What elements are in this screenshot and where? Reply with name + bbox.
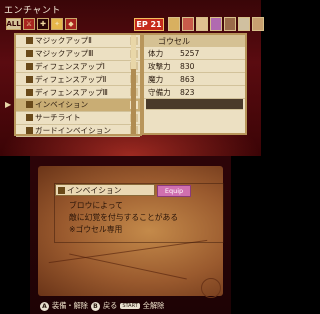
category-tabs: ALL ⚔ ✚ ✦ ◆ [6, 18, 77, 32]
list-item[interactable]: ディフェンスアップⅢ5 [16, 86, 140, 99]
portrait-avatar[interactable] [252, 17, 264, 31]
equip-toggle-label[interactable]: 装備・解除 [52, 301, 88, 311]
list-item[interactable]: ディフェンスアップⅠ2 [16, 61, 140, 74]
enchant-icon [26, 37, 33, 45]
stat-row: 守備力 823 [144, 86, 245, 99]
portrait-avatar[interactable] [196, 17, 208, 31]
equip-badge: Equip [157, 185, 191, 197]
enchant-icon [26, 126, 33, 134]
a-button-icon: A [40, 301, 49, 311]
character-name: ゴウセル [144, 35, 245, 47]
enchant-icon [26, 50, 33, 58]
armor-icon[interactable]: ◆ [65, 18, 77, 30]
description-title: インベイション [55, 184, 155, 196]
list-scrollbar[interactable] [131, 35, 136, 134]
enchant-list: マジックアップⅡ3 マジックアップⅢ5 ディフェンスアップⅠ2 ディフェンスアッ… [5, 33, 142, 138]
portrait-avatar[interactable] [238, 17, 250, 31]
b-button-icon: B [90, 301, 100, 311]
enchant-icon [26, 114, 33, 122]
list-item[interactable]: ディフェンスアップⅡ3 [16, 73, 140, 87]
portrait-avatar[interactable] [210, 17, 222, 31]
stat-row: 体力 5257 [144, 47, 245, 60]
character-portraits [168, 17, 264, 31]
map-line [69, 253, 187, 280]
top-screen: エンチャント ALL ⚔ ✚ ✦ ◆ EP 21 マジックアップⅡ3 マジックア… [0, 0, 264, 156]
screen-title: エンチャント [4, 6, 61, 16]
enchant-icon [26, 75, 33, 83]
portrait-avatar[interactable] [182, 17, 194, 31]
description-line: ※ゴウセル専用 [69, 225, 123, 234]
stat-divider [146, 99, 243, 110]
enchant-icon [26, 62, 33, 70]
button-guide: A 装備・解除 B 戻る START 全解除 [30, 298, 231, 314]
back-label[interactable]: 戻る [103, 301, 117, 311]
scrollbar-thumb[interactable] [131, 35, 136, 69]
list-item-selected[interactable]: ▶インベイション4 [5, 98, 140, 112]
ep-counter: EP 21 [134, 18, 164, 31]
portrait-avatar[interactable] [224, 17, 236, 31]
start-button-icon: START [120, 303, 140, 309]
enchant-icon [26, 88, 33, 96]
tab-all[interactable]: ALL [6, 18, 21, 30]
staff-icon[interactable]: ✦ [51, 18, 63, 30]
description-box: インベイション Equip ブロウによって 敵に幻覚を付与することがある ※ゴウ… [54, 183, 224, 243]
description-line: ブロウによって [69, 201, 123, 210]
bottom-screen: インベイション Equip ブロウによって 敵に幻覚を付与することがある ※ゴウ… [30, 156, 231, 314]
map-background: インベイション Equip ブロウによって 敵に幻覚を付与することがある ※ゴウ… [38, 166, 224, 298]
clear-all-label[interactable]: 全解除 [143, 301, 165, 311]
list-item[interactable]: ガードインベイション5 [16, 125, 140, 138]
description-line: 敵に幻覚を付与することがある [69, 213, 179, 222]
sword-icon[interactable]: ⚔ [23, 18, 35, 30]
list-item[interactable]: マジックアップⅡ3 [16, 35, 140, 48]
potion-icon[interactable]: ✚ [37, 18, 49, 30]
compass-icon [201, 278, 221, 298]
list-item[interactable]: マジックアップⅢ5 [16, 48, 140, 61]
character-stats-panel: ゴウセル 体力 5257 攻撃力 830 魔力 863 守備力 823 [142, 33, 247, 135]
stat-row: 魔力 863 [144, 73, 245, 86]
enchant-icon [58, 186, 65, 194]
cursor-icon: ▶ [5, 100, 12, 110]
enchant-icon [26, 101, 33, 109]
map-line [48, 239, 208, 264]
list-item[interactable]: サーチライト1 [16, 112, 140, 125]
stat-row: 攻撃力 830 [144, 60, 245, 73]
portrait-avatar[interactable] [168, 17, 180, 31]
